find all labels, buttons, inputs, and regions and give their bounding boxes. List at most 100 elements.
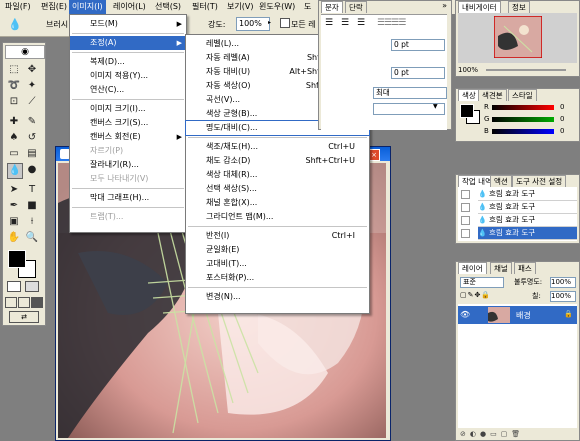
fill-input[interactable]: 100% [550, 291, 576, 302]
history-brush-source-box[interactable] [461, 190, 470, 199]
gradient-tool-icon[interactable]: ▤ [25, 147, 39, 161]
image-menu-item[interactable]: 모두 나타내기(V) [70, 172, 186, 186]
space-after-input[interactable]: 0 pt [391, 67, 445, 79]
align-left-icon[interactable]: ☰ [325, 18, 333, 28]
menu-help[interactable]: 도 [301, 0, 314, 14]
screen-mode-full-icon[interactable] [31, 297, 43, 308]
image-menu-item[interactable]: 캔버스 회전(E) ▶ [70, 130, 186, 144]
type-tool-icon[interactable]: T [25, 183, 39, 197]
marquee-tool-icon[interactable]: ⬚ [7, 63, 21, 77]
image-menu-item[interactable]: 막대 그래프(H)... [70, 191, 186, 205]
adjust-menu-item[interactable]: 색조/채도(H)... Ctrl+U [186, 140, 369, 154]
adjust-menu-item[interactable]: 포스터화(P)... [186, 271, 369, 285]
tab-channels[interactable]: 채널 [490, 262, 512, 274]
menu-image[interactable]: 이미지(I) [69, 0, 106, 14]
tab-navigator[interactable]: 내비게이터 [458, 1, 501, 13]
tab-tool-presets[interactable]: 도구 사전 설정 [512, 175, 567, 187]
history-row[interactable]: 💧 흐림 효과 도구 [478, 227, 577, 240]
image-menu-item[interactable]: 복제(D)... [70, 55, 186, 69]
hand-tool-icon[interactable]: ✋ [7, 231, 21, 245]
color-fg-swatch[interactable] [460, 104, 474, 118]
adjust-menu-item[interactable]: 색상 대체(R)... [186, 168, 369, 182]
tab-paragraph[interactable]: 단락 [345, 1, 367, 13]
history-brush-source-box[interactable] [461, 203, 470, 212]
channel-slider[interactable] [492, 129, 554, 134]
channel-slider[interactable] [492, 105, 554, 110]
tab-color[interactable]: 색상 [458, 89, 480, 101]
healing-brush-icon[interactable]: ✚ [7, 115, 21, 129]
notes-tool-icon[interactable]: ▣ [7, 215, 21, 229]
crop-tool-icon[interactable]: ⊡ [7, 95, 21, 109]
menu-window[interactable]: 윈도우(W) [256, 0, 298, 14]
tab-swatches[interactable]: 색견본 [478, 89, 507, 101]
lasso-tool-icon[interactable]: ➰ [7, 79, 21, 93]
align-right-icon[interactable]: ☰ [357, 18, 365, 28]
blur-tool-icon[interactable]: 💧 [7, 163, 23, 179]
image-menu-item[interactable]: 트랩(T)... [70, 210, 186, 224]
tab-actions[interactable]: 액션 [490, 175, 512, 187]
navigator-zoom-slider[interactable] [486, 69, 566, 71]
adjust-menu-item[interactable]: 반전(I) Ctrl+I [186, 229, 369, 243]
indent-input[interactable]: 0 pt [391, 39, 445, 51]
lock-icons[interactable]: ▢✎✥🔒 [460, 291, 491, 299]
strength-input[interactable]: 100% [236, 17, 270, 31]
align-center-icon[interactable]: ☰ [341, 18, 349, 28]
navigator-zoom-value[interactable]: 100% [458, 66, 478, 74]
channel-value[interactable]: 0 [560, 127, 564, 135]
history-brush-source-box[interactable] [461, 229, 470, 238]
tab-paths[interactable]: 패스 [514, 262, 536, 274]
channel-value[interactable]: 0 [560, 103, 564, 111]
menu-file[interactable]: 파일(F) [2, 0, 34, 14]
layer-actions-icons[interactable]: ⊘◐●▭▢🗑 [460, 430, 524, 438]
channel-slider[interactable] [492, 117, 554, 122]
all-layers-checkbox[interactable] [280, 18, 290, 28]
eyedropper-icon[interactable]: ⟊ [25, 215, 39, 229]
image-menu-item[interactable]: 캔버스 크기(S)... [70, 116, 186, 130]
image-menu-item[interactable]: 이미지 크기(I)... [70, 102, 186, 116]
tab-info[interactable]: 정보 [508, 1, 530, 13]
tab-character[interactable]: 문자 [321, 1, 343, 13]
justify-icon[interactable]: ☰☰☰☰ [377, 18, 406, 28]
zoom-tool-icon[interactable]: 🔍 [25, 231, 39, 245]
adjust-menu-item[interactable]: 선택 색상(S)... [186, 182, 369, 196]
slice-tool-icon[interactable]: ⟋ [25, 95, 39, 109]
standard-mode-icon[interactable] [7, 281, 21, 292]
menu-edit[interactable]: 편집(E) [38, 0, 70, 14]
blur-drop-icon[interactable]: 💧 [8, 18, 22, 31]
history-row[interactable]: 💧 흐림 효과 도구 [478, 188, 577, 201]
adjust-menu-item[interactable]: 그라디언트 맵(M)... [186, 210, 369, 224]
quickmask-mode-icon[interactable] [25, 281, 39, 292]
history-brush-icon[interactable]: ↺ [25, 131, 39, 145]
image-menu-item[interactable]: 조정(A) ▶ [70, 36, 186, 50]
menu-layer[interactable]: 레이어(L) [110, 0, 149, 14]
path-select-icon[interactable]: ➤ [7, 183, 21, 197]
menu-filter[interactable]: 필터(T) [189, 0, 221, 14]
brush-tool-icon[interactable]: ✎ [25, 115, 39, 129]
tab-styles[interactable]: 스타일 [508, 89, 537, 101]
image-menu-item[interactable]: 연산(C)... [70, 83, 186, 97]
image-menu-item[interactable]: 이미지 적용(Y)... [70, 69, 186, 83]
foreground-color-swatch[interactable] [8, 250, 26, 268]
tab-layers[interactable]: 레이어 [458, 262, 487, 274]
eye-icon[interactable]: 👁 [460, 310, 470, 319]
channel-value[interactable]: 0 [560, 115, 564, 123]
chevron-down-icon[interactable]: ▼ [433, 103, 438, 110]
adjust-menu-item[interactable]: 채널 혼합(X)... [186, 196, 369, 210]
shape-tool-icon[interactable]: ■ [25, 199, 39, 213]
move-tool-icon[interactable]: ✥ [25, 63, 39, 77]
magic-wand-icon[interactable]: ✦ [25, 79, 39, 93]
history-row[interactable]: 💧 흐림 효과 도구 [478, 214, 577, 227]
jump-to-imageready-icon[interactable]: ⇄ [9, 311, 39, 323]
adjust-menu-item[interactable]: 변경(N)... [186, 290, 369, 304]
navigator-thumbnail[interactable] [494, 16, 542, 58]
image-menu-item[interactable]: 모드(M) ▶ [70, 17, 186, 31]
adjust-menu-item[interactable]: 채도 감소(D) Shft+Ctrl+U [186, 154, 369, 168]
eraser-tool-icon[interactable]: ▭ [7, 147, 21, 161]
opacity-input[interactable]: 100% [550, 277, 576, 288]
adjust-menu-item[interactable]: 고대비(T)... [186, 257, 369, 271]
history-row[interactable]: 💧 흐림 효과 도구 [478, 201, 577, 214]
image-menu-item[interactable]: 잘라내기(R)... [70, 158, 186, 172]
strength-arrow-icon[interactable]: ▸ [268, 19, 271, 26]
layer-row-background[interactable]: 👁 배경 🔒 [458, 306, 577, 324]
dodge-tool-icon[interactable]: ● [25, 163, 39, 177]
